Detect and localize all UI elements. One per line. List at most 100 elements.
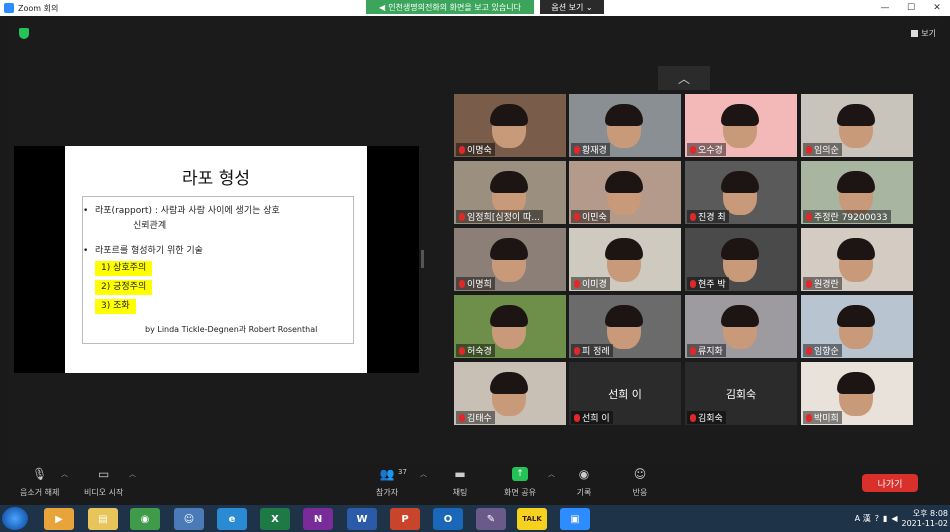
clock[interactable]: 오후 8:08 2021-11-02 (902, 509, 949, 529)
participant-tile[interactable]: 허숙경 (454, 295, 566, 358)
record-button[interactable]: ◉ 기록 (576, 467, 592, 498)
view-options-button[interactable]: 옵션 보기 ⌄ (540, 0, 604, 14)
taskbar-app-edge[interactable]: e (217, 508, 247, 530)
start-video-button[interactable]: ▭ 비디오 시작 (84, 467, 123, 498)
participant-tile[interactable]: 오수경 (685, 94, 797, 157)
speaker-icon: ◀ (379, 2, 386, 12)
participant-video (605, 305, 643, 327)
chevron-up-icon: ︿ (677, 71, 690, 86)
participant-tile[interactable]: 이미경 (569, 228, 681, 291)
taskbar-app-users[interactable]: ☺ (174, 508, 204, 530)
muted-mic-icon (690, 145, 696, 154)
volume-icon[interactable]: ◀ (891, 514, 897, 523)
participant-name: 오수경 (698, 146, 723, 156)
participant-name-label: 주정란 79200033 (803, 210, 891, 223)
unmute-label: 음소거 해제 (20, 488, 60, 497)
participant-video (721, 171, 759, 193)
view-button[interactable]: 보기 (911, 28, 936, 39)
participant-name-label: 원경란 (803, 277, 842, 290)
taskbar-app-media-player[interactable]: ▶ (44, 508, 74, 530)
participant-tile[interactable]: 진경 최 (685, 161, 797, 224)
help-icon[interactable]: ? (875, 514, 879, 523)
participants-caret[interactable]: ︿ (420, 469, 427, 479)
participant-tile[interactable]: 임의순 (801, 94, 913, 157)
participant-tile[interactable]: 김회숙 김회숙 (685, 362, 797, 425)
participant-tile[interactable]: 이민숙 (569, 161, 681, 224)
participant-name: 피 정례 (582, 347, 610, 357)
close-button[interactable]: ✕ (924, 0, 950, 16)
share-screen-icon: ↑ (511, 467, 528, 481)
taskbar-app-kakaotalk[interactable]: TALK (517, 508, 547, 530)
maximize-button[interactable]: ☐ (898, 0, 924, 16)
leave-button[interactable]: 나가기 (862, 474, 918, 492)
participant-tile[interactable]: 주정란 79200033 (801, 161, 913, 224)
participant-name: 선희 이 (582, 414, 610, 424)
participant-name: 주정란 79200033 (814, 213, 888, 223)
video-options-caret[interactable]: ︿ (129, 469, 136, 479)
zoom-app-icon (4, 3, 14, 13)
ime-indicator[interactable]: A 漢 (855, 513, 871, 524)
participant-name: 임향순 (814, 347, 839, 357)
muted-mic-icon: 🎙 (32, 467, 48, 481)
presentation-slide: 라포 형성 라포(rapport) : 사람과 사람 사이에 생기는 상호 신뢰… (65, 146, 367, 373)
security-shield-icon[interactable] (19, 28, 29, 39)
participant-video (605, 171, 643, 193)
muted-mic-icon (574, 279, 580, 288)
meeting-toolbar: 🎙 음소거 해제 ︿ ▭ 비디오 시작 ︿ 👥 참가자 37 ︿ ▬ 채팅 ↑ … (0, 463, 950, 505)
minimize-button[interactable]: — (872, 0, 898, 16)
participant-tile[interactable]: 이명희 (454, 228, 566, 291)
panel-resize-handle[interactable] (421, 250, 424, 268)
participants-button[interactable]: 👥 참가자 (376, 467, 398, 498)
participant-video (490, 171, 528, 193)
participant-name-label: 선희 이 (571, 411, 613, 424)
participant-tile[interactable]: 임향순 (801, 295, 913, 358)
audio-options-caret[interactable]: ︿ (61, 469, 68, 479)
reactions-button[interactable]: ☺ 반응 (632, 467, 648, 498)
participant-name-label: 현주 박 (687, 277, 729, 290)
participant-tile[interactable]: 피 정례 (569, 295, 681, 358)
participant-name: 박미희 (814, 414, 839, 424)
taskbar-app-onenote[interactable]: N (303, 508, 333, 530)
participant-tile[interactable]: 류지화 (685, 295, 797, 358)
taskbar-app-file-explorer[interactable]: ▤ (88, 508, 118, 530)
taskbar-app-chrome[interactable]: ◉ (130, 508, 160, 530)
muted-mic-icon (690, 279, 696, 288)
participant-name: 임의순 (814, 146, 839, 156)
participant-tile[interactable]: 임정희[심정이 따... (454, 161, 566, 224)
participant-tile[interactable]: 황재경 (569, 94, 681, 157)
taskbar-app-excel[interactable]: X (260, 508, 290, 530)
participant-name: 허숙경 (467, 347, 492, 357)
muted-mic-icon (459, 212, 465, 221)
unmute-button[interactable]: 🎙 음소거 해제 (20, 467, 59, 498)
muted-mic-icon (806, 212, 812, 221)
share-caret[interactable]: ︿ (548, 469, 555, 479)
slide-credit: by Linda Tickle-Degnen과 Robert Rosenthal (145, 325, 318, 334)
participant-video (837, 372, 875, 394)
reactions-label: 반응 (632, 488, 648, 497)
participant-name: 김회숙 (698, 414, 723, 424)
participant-video (837, 238, 875, 260)
participant-video (490, 104, 528, 126)
participant-name-label: 김태수 (456, 411, 495, 424)
participant-tile[interactable]: 현주 박 (685, 228, 797, 291)
start-button[interactable] (2, 507, 28, 530)
chat-button[interactable]: ▬ 채팅 (452, 467, 468, 498)
network-icon[interactable]: ▮ (883, 514, 887, 523)
participant-tile[interactable]: 김태수 (454, 362, 566, 425)
muted-mic-icon (806, 145, 812, 154)
participant-tile[interactable]: 이명숙 (454, 94, 566, 157)
participant-video (837, 171, 875, 193)
slide-bullet-1: 라포(rapport) : 사람과 사람 사이에 생기는 상호 (83, 204, 355, 219)
taskbar-app-outlook[interactable]: O (433, 508, 463, 530)
taskbar-app-powerpoint[interactable]: P (390, 508, 420, 530)
muted-mic-icon (574, 145, 580, 154)
participant-name-label: 피 정례 (571, 344, 613, 357)
participant-tile[interactable]: 박미희 (801, 362, 913, 425)
taskbar-app-zoom[interactable]: ▣ (560, 508, 590, 530)
taskbar-app-word[interactable]: W (347, 508, 377, 530)
taskbar-app-paint[interactable]: ✎ (476, 508, 506, 530)
participant-tile[interactable]: 선희 이 선희 이 (569, 362, 681, 425)
participant-tile[interactable]: 원경란 (801, 228, 913, 291)
share-screen-button[interactable]: ↑ 화면 공유 (504, 467, 536, 498)
collapse-gallery-button[interactable]: ︿ (658, 66, 710, 90)
